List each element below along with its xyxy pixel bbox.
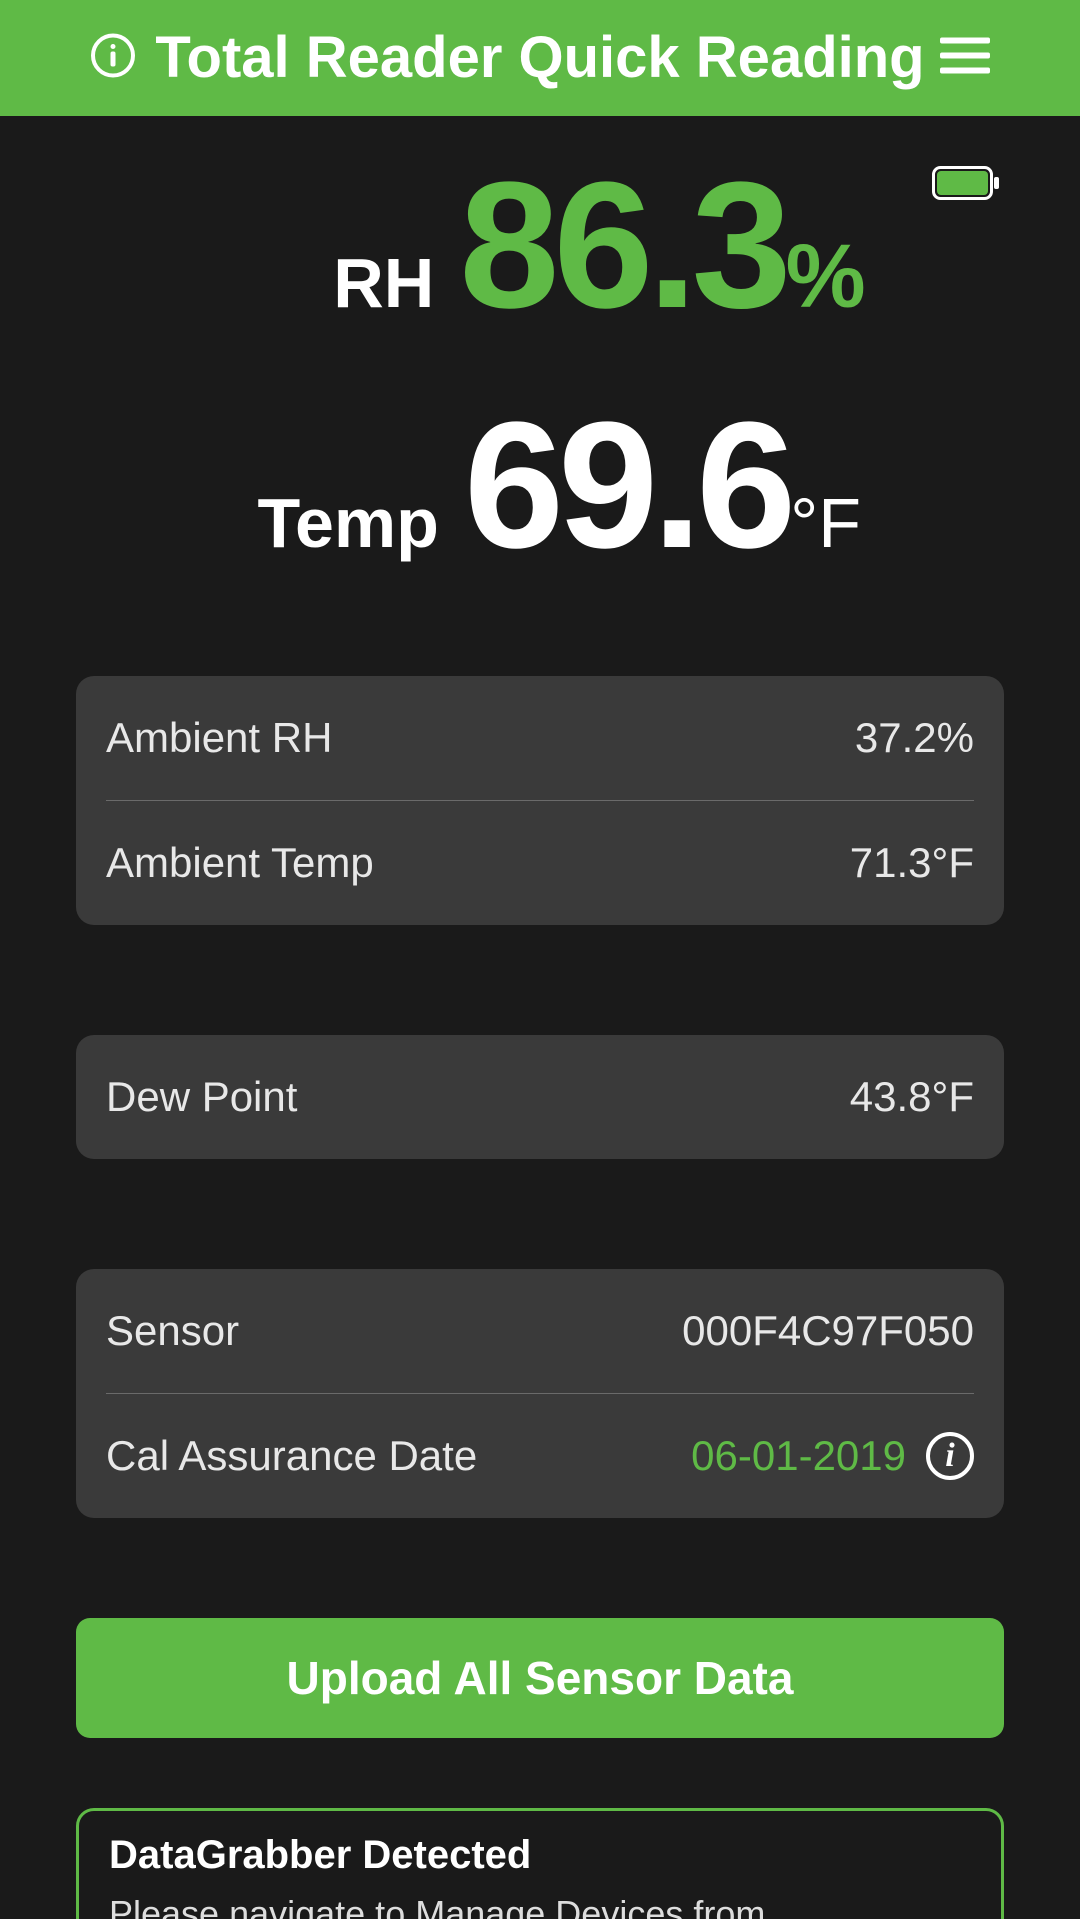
dewpoint-card: Dew Point 43.8°F (76, 1035, 1004, 1159)
temp-reading-row: Temp 69.6°F (60, 396, 1020, 576)
menu-button[interactable] (940, 38, 990, 79)
hamburger-icon (940, 38, 990, 74)
ambient-rh-label: Ambient RH (106, 714, 332, 762)
rh-reading-row: RH 86.3% (60, 156, 1020, 336)
ambient-temp-label: Ambient Temp (106, 839, 374, 887)
sensor-label: Sensor (106, 1307, 239, 1355)
temp-label: Temp (219, 483, 439, 563)
temp-unit: °F (790, 484, 861, 562)
cal-info-button[interactable]: i (926, 1432, 974, 1480)
dewpoint-row: Dew Point 43.8°F (106, 1035, 974, 1159)
ambient-temp-value: 71.3°F (850, 839, 974, 887)
dewpoint-value: 43.8°F (850, 1073, 974, 1121)
notice-content: DataGrabber Detected Please navigate to … (109, 1833, 798, 1919)
upload-button[interactable]: Upload All Sensor Data (76, 1618, 1004, 1738)
cal-date-label: Cal Assurance Date (106, 1432, 477, 1480)
info-icon (90, 33, 136, 79)
notice-title: DataGrabber Detected (109, 1833, 798, 1878)
sensor-id-row: Sensor 000F4C97F050 (106, 1269, 974, 1393)
ambient-rh-row: Ambient RH 37.2% (106, 676, 974, 800)
temp-value: 69.6 (464, 385, 790, 586)
ambient-rh-value: 37.2% (855, 714, 974, 762)
battery-icon (932, 166, 1000, 200)
primary-readings: RH 86.3% Temp 69.6°F (0, 116, 1080, 576)
ambient-card: Ambient RH 37.2% Ambient Temp 71.3°F (76, 676, 1004, 925)
ambient-temp-row: Ambient Temp 71.3°F (106, 801, 974, 925)
sensor-card: Sensor 000F4C97F050 Cal Assurance Date 0… (76, 1269, 1004, 1518)
rh-value: 86.3 (459, 145, 785, 346)
rh-unit: % (786, 227, 866, 327)
app-header: Total Reader Quick Reading (0, 0, 1080, 116)
rh-label: RH (214, 243, 434, 323)
battery-indicator (932, 166, 1000, 205)
cal-date-row: Cal Assurance Date 06-01-2019 i (106, 1394, 974, 1518)
page-title: Total Reader Quick Reading (90, 26, 990, 90)
sensor-id-value: 000F4C97F050 (682, 1307, 974, 1355)
header-info-button[interactable] (90, 33, 136, 84)
notice-text: Please navigate to Manage Devices from t… (109, 1890, 798, 1919)
notice-open-button[interactable]: OPEN (828, 1910, 971, 1919)
datagrabber-notice: DataGrabber Detected Please navigate to … (76, 1808, 1004, 1919)
cal-date-value: 06-01-2019 (691, 1432, 906, 1480)
dewpoint-label: Dew Point (106, 1073, 297, 1121)
